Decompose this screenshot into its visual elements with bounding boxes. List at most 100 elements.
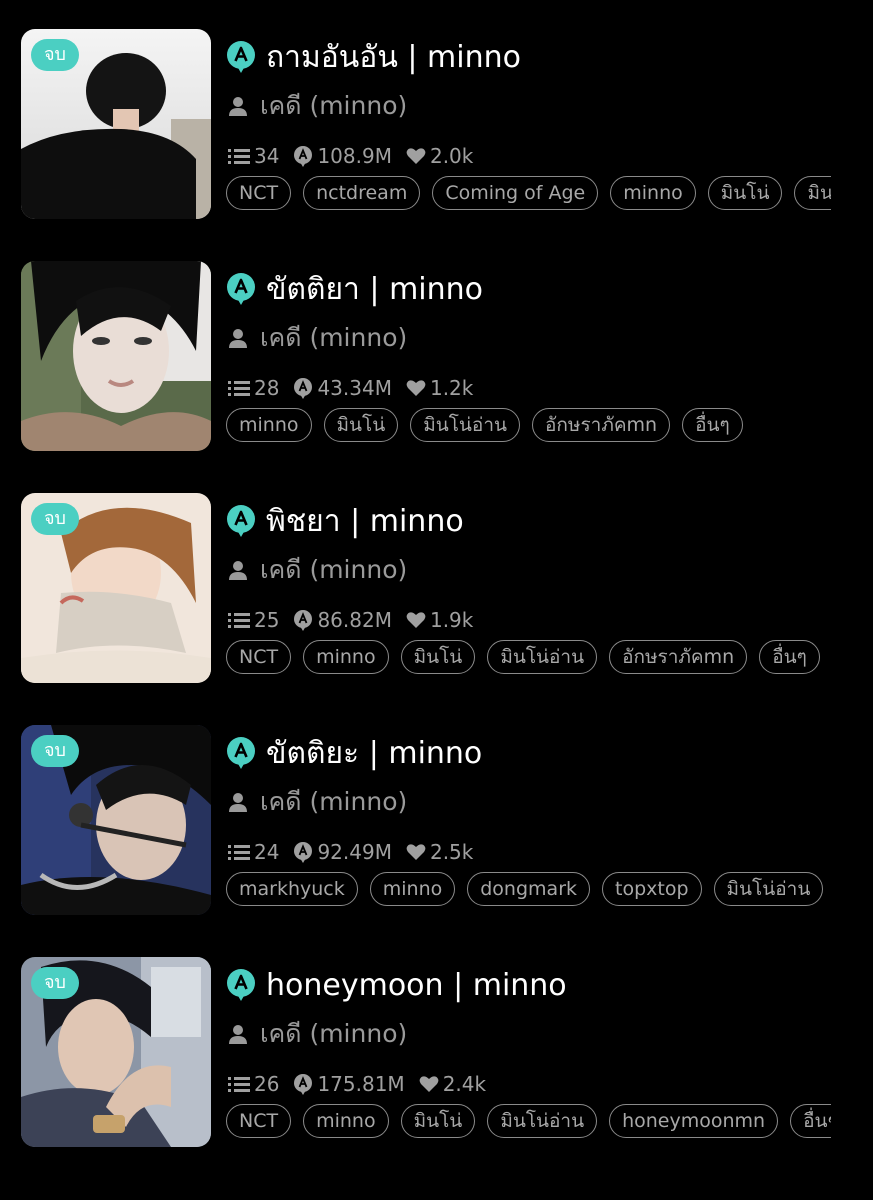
views-bubble-icon xyxy=(294,610,313,631)
chapter-count-value: 28 xyxy=(254,376,280,400)
like-count-value: 2.5k xyxy=(429,840,474,864)
story-cover[interactable]: จบ xyxy=(21,957,211,1147)
a-bubble-icon xyxy=(227,273,255,305)
story-title[interactable]: ถามอันอัน | minno xyxy=(266,34,521,81)
chapter-count-value: 25 xyxy=(254,608,280,632)
author-name[interactable]: เคดี (minno) xyxy=(260,318,407,358)
tag[interactable]: markhyuck xyxy=(226,872,358,906)
story-title-row[interactable]: พิชยา | minno xyxy=(226,501,464,541)
story-cover[interactable] xyxy=(21,261,211,451)
chapter-count: 25 xyxy=(228,608,279,632)
view-count: 92.49M xyxy=(293,840,392,864)
story-stats: 26 175.81M 2.4k xyxy=(228,1070,500,1098)
like-count: 2.0k xyxy=(406,144,473,168)
view-count: 43.34M xyxy=(293,376,392,400)
story-title[interactable]: ขัตติยะ | minno xyxy=(266,730,482,777)
author-row[interactable]: เคดี (minno) xyxy=(228,321,407,355)
story-title-row[interactable]: ถามอันอัน | minno xyxy=(226,37,521,77)
tag[interactable]: minno xyxy=(303,1104,389,1138)
story-title-row[interactable]: ขัตติยะ | minno xyxy=(226,733,482,773)
author-row[interactable]: เคดี (minno) xyxy=(228,89,407,123)
story-item[interactable]: ขัตติยา | minno เคดี (minno) 28 43.34M 1… xyxy=(0,261,873,451)
tag[interactable]: minno xyxy=(369,872,456,906)
tag[interactable]: มินโน่อ่าน xyxy=(794,176,831,210)
author-name[interactable]: เคดี (minno) xyxy=(260,550,407,590)
tag[interactable]: มินโน่อ่าน xyxy=(713,872,824,906)
view-count: 175.81M xyxy=(293,1072,405,1096)
story-item[interactable]: จบ ขัตติยะ | minno เคดี (minno) 24 92.49… xyxy=(0,725,873,915)
tag[interactable]: dongmark xyxy=(467,872,591,906)
list-icon xyxy=(228,1077,250,1092)
tag[interactable]: NCT xyxy=(226,176,292,210)
tag[interactable]: มินโน่ xyxy=(323,408,399,442)
chapter-count-value: 24 xyxy=(254,840,280,864)
views-bubble-icon xyxy=(294,1074,313,1095)
story-item[interactable]: จบ พิชยา | minno เคดี (minno) 25 86.82M … xyxy=(0,493,873,683)
tag[interactable]: minno xyxy=(610,176,696,210)
tag[interactable]: มินโน่อ่าน xyxy=(410,408,520,442)
story-cover[interactable]: จบ xyxy=(21,29,211,219)
tag[interactable]: Coming of Age xyxy=(432,176,599,210)
heart-icon xyxy=(406,612,426,628)
tag-list: NCT minno มินโน่ มินโน่อ่าน อักษราภัคmn อื่นๆ xyxy=(226,640,831,678)
tag-list: NCT minno มินโน่ มินโน่อ่าน honeymoonmn อื่นๆ xyxy=(226,1104,831,1142)
like-count-value: 1.2k xyxy=(429,376,474,400)
chapter-count: 28 xyxy=(228,376,279,400)
tag[interactable]: minno xyxy=(226,408,312,442)
story-title[interactable]: honeymoon | minno xyxy=(266,968,567,1003)
story-cover[interactable]: จบ xyxy=(21,493,211,683)
author-name[interactable]: เคดี (minno) xyxy=(260,782,407,822)
tag[interactable]: มินโน่ xyxy=(707,176,783,210)
author-row[interactable]: เคดี (minno) xyxy=(228,553,407,587)
author-row[interactable]: เคดี (minno) xyxy=(228,1017,407,1051)
tag[interactable]: อื่นๆ xyxy=(759,640,820,674)
view-count-value: 92.49M xyxy=(317,840,392,864)
tag[interactable]: อักษราภัคmn xyxy=(532,408,671,442)
views-bubble-icon xyxy=(294,842,313,863)
view-count: 108.9M xyxy=(293,144,392,168)
chapter-count: 34 xyxy=(228,144,279,168)
story-stats: 24 92.49M 2.5k xyxy=(228,838,487,866)
tag[interactable]: nctdream xyxy=(303,176,421,210)
tag[interactable]: NCT xyxy=(226,1104,292,1138)
tag[interactable]: NCT xyxy=(226,640,292,674)
tag[interactable]: topxtop xyxy=(602,872,702,906)
author-row[interactable]: เคดี (minno) xyxy=(228,785,407,819)
like-count: 2.4k xyxy=(419,1072,486,1096)
like-count-value: 1.9k xyxy=(429,608,474,632)
a-bubble-icon xyxy=(227,969,255,1001)
tag[interactable]: มินโน่อ่าน xyxy=(487,640,598,674)
story-stats: 25 86.82M 1.9k xyxy=(228,606,487,634)
tag[interactable]: มินโน่อ่าน xyxy=(487,1104,598,1138)
tag[interactable]: มินโน่ xyxy=(400,1104,476,1138)
list-icon xyxy=(228,381,250,396)
heart-icon xyxy=(419,1076,439,1092)
view-count-value: 43.34M xyxy=(317,376,392,400)
story-title-row[interactable]: honeymoon | minno xyxy=(226,965,567,1005)
like-count: 1.2k xyxy=(406,376,473,400)
story-stats: 34 108.9M 2.0k xyxy=(228,142,487,170)
tag-list: minno มินโน่ มินโน่อ่าน อักษราภัคmn อื่นๆ xyxy=(226,408,831,446)
chapter-count-value: 34 xyxy=(254,144,280,168)
tag[interactable]: อื่นๆ xyxy=(790,1104,831,1138)
story-title[interactable]: ขัตติยา | minno xyxy=(266,266,483,313)
story-cover[interactable]: จบ xyxy=(21,725,211,915)
person-icon xyxy=(229,329,247,348)
story-item[interactable]: จบ honeymoon | minno เคดี (minno) 26 175… xyxy=(0,957,873,1147)
tag[interactable]: minno xyxy=(303,640,389,674)
tag[interactable]: อื่นๆ xyxy=(682,408,743,442)
chapter-count-value: 26 xyxy=(254,1072,280,1096)
story-title-row[interactable]: ขัตติยา | minno xyxy=(226,269,483,309)
story-title[interactable]: พิชยา | minno xyxy=(266,498,464,545)
author-name[interactable]: เคดี (minno) xyxy=(260,1014,407,1054)
tag[interactable]: อักษราภัคmn xyxy=(609,640,748,674)
person-icon xyxy=(229,793,247,812)
view-count: 86.82M xyxy=(293,608,392,632)
story-item[interactable]: จบ ถามอันอัน | minno เคดี (minno) 34 108… xyxy=(0,29,873,219)
list-icon xyxy=(228,149,250,164)
author-name[interactable]: เคดี (minno) xyxy=(260,86,407,126)
tag[interactable]: มินโน่ xyxy=(400,640,476,674)
chapter-count: 24 xyxy=(228,840,279,864)
tag[interactable]: honeymoonmn xyxy=(609,1104,779,1138)
tag-list: markhyuck minno dongmark topxtop มินโน่อ่าน xyxy=(226,872,831,910)
